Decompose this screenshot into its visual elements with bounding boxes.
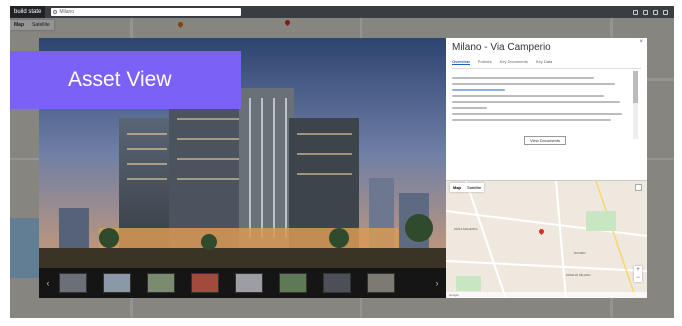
search-icon [53,10,58,14]
thumbnail-strip: ‹ › [39,268,446,298]
user-icon[interactable] [663,9,668,15]
thumbnail[interactable] [279,273,307,293]
minimap-type-map[interactable]: Map [450,183,464,192]
minimap-zoom-control: + − [634,266,642,282]
thumbnail[interactable] [323,273,351,293]
asset-view-banner: Asset View [10,51,241,109]
notification-icon[interactable] [633,9,638,15]
tab-key-data[interactable]: Key Data [536,59,552,65]
tab-key-documents[interactable]: Key Documents [500,59,528,65]
close-icon[interactable]: × [639,39,643,45]
help-icon[interactable] [653,9,658,15]
settings-icon[interactable] [643,9,648,15]
zoom-in-button[interactable]: + [634,266,642,274]
map-footer: Google [446,292,647,298]
screenshot-frame: build state Milano Map Satellite ‹ › Ass… [0,0,682,326]
app-bar: build state Milano [10,6,674,18]
tab-overview[interactable]: Overview [452,59,470,65]
gallery-prev-button[interactable]: ‹ [39,278,57,288]
fullscreen-icon[interactable] [635,184,642,191]
asset-description [452,73,641,139]
asset-info-panel: Milano - Via Camperio × Overview Policie… [446,38,647,180]
search-value: Milano [59,9,75,15]
thumbnail[interactable] [103,273,131,293]
minimap-type-satellite[interactable]: Satellite [464,183,484,192]
gallery-next-button[interactable]: › [428,278,446,288]
thumbnail[interactable] [191,273,219,293]
description-scrollbar[interactable] [633,71,638,139]
minimap-streets [446,181,647,298]
zoom-out-button[interactable]: − [634,274,642,282]
thumbnails [57,273,395,293]
thumbnail[interactable] [147,273,175,293]
district-label: ZONA MAGENTA [454,227,478,231]
minimap-type-control: Map Satellite [450,183,485,192]
asset-location-map[interactable]: Map Satellite ZONA MAGENTA DUOMO ZONE DI… [446,180,647,298]
district-label: ZONE DI MILANO [566,273,591,277]
asset-title: Milano - Via Camperio [452,42,551,53]
thumbnail[interactable] [367,273,395,293]
district-label: DUOMO [574,251,586,255]
asset-tabs: Overview Policies Key Documents Key Data [452,59,641,69]
asset-view-label: Asset View [68,68,172,91]
tab-policies[interactable]: Policies [478,59,492,65]
map-provider: Google [449,293,459,297]
search-input[interactable]: Milano [51,8,242,16]
view-documents-button[interactable]: View Documents [524,136,566,145]
thumbnail[interactable] [59,273,87,293]
app-bar-actions [633,9,674,15]
app-brand[interactable]: build state [10,6,46,18]
thumbnail[interactable] [235,273,263,293]
